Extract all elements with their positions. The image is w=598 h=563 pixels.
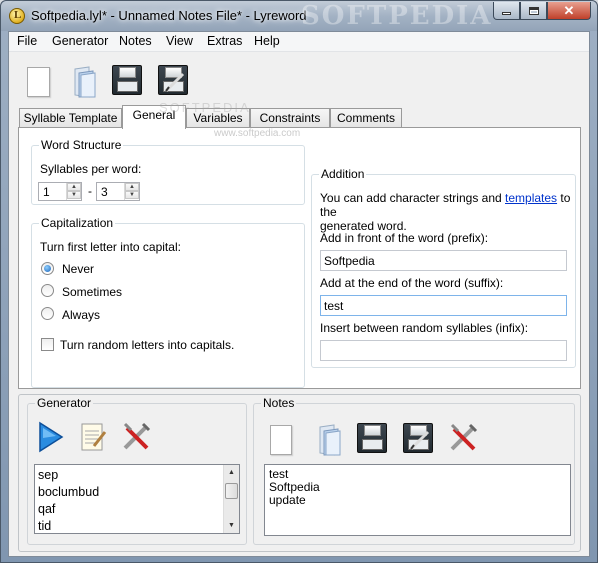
- scroll-thumb[interactable]: [225, 483, 238, 499]
- tab-constraints[interactable]: Constraints: [250, 108, 330, 128]
- radio-always-label[interactable]: Always: [62, 308, 100, 322]
- spin-up-icon[interactable]: ▲: [125, 183, 139, 191]
- menu-notes[interactable]: Notes: [117, 34, 154, 48]
- menu-view[interactable]: View: [164, 34, 195, 48]
- list-item[interactable]: tid: [38, 519, 51, 533]
- client-area: File Generator Notes View Extras Help Sy…: [8, 31, 590, 557]
- prefix-input[interactable]: Softpedia: [320, 250, 567, 271]
- save-icon[interactable]: [357, 423, 387, 453]
- radio-never-label[interactable]: Never: [62, 262, 94, 276]
- maximize-button[interactable]: [520, 2, 547, 20]
- minimize-button[interactable]: [493, 2, 520, 20]
- open-folder-icon[interactable]: [314, 423, 344, 456]
- first-letter-label: Turn first letter into capital:: [40, 240, 181, 254]
- prefix-label: Add in front of the word (prefix):: [320, 231, 489, 245]
- app-window: L Softpedia.lyl* - Unnamed Notes File* -…: [0, 0, 598, 563]
- addition-description: You can add character strings and templa…: [320, 191, 571, 233]
- radio-sometimes-label[interactable]: Sometimes: [62, 285, 122, 299]
- list-item[interactable]: qaf: [38, 502, 55, 516]
- spin-up-icon[interactable]: ▲: [67, 183, 81, 191]
- close-icon: ✕: [563, 2, 575, 18]
- notes-line: update: [269, 493, 306, 507]
- play-icon[interactable]: [36, 420, 66, 453]
- notepad-icon[interactable]: [78, 420, 108, 452]
- open-folder-icon[interactable]: [69, 65, 99, 98]
- infix-label: Insert between random syllables (infix):: [320, 321, 529, 335]
- syllables-max-spinner[interactable]: 3 ▲ ▼: [96, 182, 140, 201]
- generator-word-list[interactable]: sep boclumbud qaf tid ▲ ▼: [34, 464, 240, 534]
- new-document-icon[interactable]: [27, 67, 50, 97]
- menu-extras[interactable]: Extras: [205, 34, 244, 48]
- tools-icon[interactable]: [121, 420, 151, 452]
- minimize-icon: [502, 12, 511, 15]
- list-item[interactable]: boclumbud: [38, 485, 99, 499]
- random-capitals-label[interactable]: Turn random letters into capitals.: [60, 338, 234, 352]
- radio-always[interactable]: [41, 307, 54, 320]
- window-title: Softpedia.lyl* - Unnamed Notes File* - L…: [31, 8, 307, 23]
- menu-generator[interactable]: Generator: [50, 34, 110, 48]
- radio-never[interactable]: [41, 262, 54, 275]
- save-as-icon[interactable]: [403, 423, 433, 453]
- save-as-icon[interactable]: [158, 65, 188, 95]
- tab-comments[interactable]: Comments: [330, 108, 402, 128]
- tab-general[interactable]: General: [122, 105, 186, 129]
- suffix-label: Add at the end of the word (suffix):: [320, 276, 504, 290]
- tab-variables[interactable]: Variables: [186, 108, 250, 128]
- range-separator: -: [88, 184, 92, 198]
- word-structure-title: Word Structure: [39, 138, 124, 152]
- close-button[interactable]: ✕: [547, 2, 591, 20]
- watermark: SOFTPEDIA: [301, 1, 493, 31]
- syllables-min-value: 1: [43, 185, 50, 199]
- menu-help[interactable]: Help: [252, 34, 282, 48]
- random-capitals-checkbox[interactable]: [41, 338, 54, 351]
- capitalization-group: Capitalization Turn first letter into ca…: [31, 216, 305, 388]
- suffix-input[interactable]: test: [320, 295, 567, 316]
- list-item[interactable]: sep: [38, 468, 58, 482]
- syllables-label: Syllables per word:: [40, 162, 142, 176]
- spin-down-icon[interactable]: ▼: [125, 191, 139, 199]
- scroll-up-icon[interactable]: ▲: [224, 465, 239, 480]
- notes-group: Notes test Softpedia update: [253, 396, 575, 545]
- menu-file[interactable]: File: [15, 34, 39, 48]
- spin-down-icon[interactable]: ▼: [67, 191, 81, 199]
- scroll-down-icon[interactable]: ▼: [224, 518, 239, 533]
- general-tab-panel: Word Structure Syllables per word: 1 ▲ ▼ …: [18, 127, 581, 389]
- capitalization-title: Capitalization: [39, 216, 116, 230]
- addition-group: Addition You can add character strings a…: [311, 167, 576, 368]
- title-bar[interactable]: L Softpedia.lyl* - Unnamed Notes File* -…: [1, 1, 597, 31]
- radio-sometimes[interactable]: [41, 284, 54, 297]
- menu-bar: File Generator Notes View Extras Help: [9, 32, 589, 52]
- list-scrollbar[interactable]: ▲ ▼: [223, 465, 239, 533]
- app-icon[interactable]: L: [9, 8, 25, 24]
- new-note-icon[interactable]: [270, 425, 292, 455]
- save-icon[interactable]: [112, 65, 142, 95]
- notes-title: Notes: [261, 396, 297, 410]
- word-structure-group: Word Structure Syllables per word: 1 ▲ ▼ …: [31, 138, 305, 205]
- generator-group: Generator sep boclumbud qaf tid ▲ ▼: [27, 396, 247, 545]
- notes-textarea[interactable]: test Softpedia update: [264, 464, 571, 536]
- templates-link[interactable]: templates: [505, 191, 557, 205]
- syllables-max-value: 3: [101, 185, 108, 199]
- tools-icon[interactable]: [448, 421, 478, 453]
- addition-title: Addition: [319, 167, 367, 181]
- notes-line: Softpedia: [269, 480, 320, 494]
- infix-input[interactable]: [320, 340, 567, 361]
- maximize-icon: [528, 6, 539, 15]
- tab-syllable-template[interactable]: Syllable Template: [19, 108, 122, 128]
- syllables-min-spinner[interactable]: 1 ▲ ▼: [38, 182, 82, 201]
- generator-title: Generator: [35, 396, 94, 410]
